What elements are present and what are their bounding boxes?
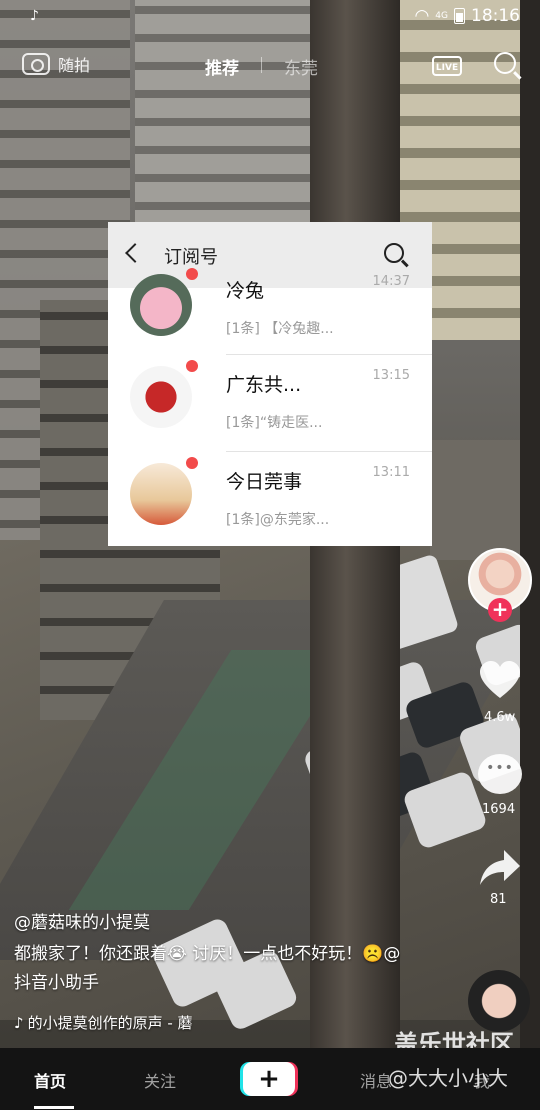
share-count: 81	[490, 892, 507, 907]
tiktok-notification-icon: ♪	[30, 8, 39, 24]
feed-tabs: 推荐 东莞	[205, 54, 318, 79]
unread-dot	[186, 268, 198, 280]
live-icon[interactable]: LIVE	[432, 56, 462, 76]
create-button[interactable]: +	[243, 1062, 295, 1096]
music-info[interactable]: ♪ 的小提莫创作的原声 - 蘑	[14, 1012, 193, 1033]
subscription-panel: 订阅号 冷兔 14:37 [1条] 【冷兔趣... 广东共... 13:15 […	[108, 222, 432, 546]
window-frame-right	[520, 0, 540, 1110]
item-preview: [1条]@东莞家...	[226, 512, 330, 528]
music-disc-icon[interactable]	[468, 970, 530, 1032]
tab-local[interactable]: 东莞	[284, 54, 318, 79]
back-icon	[125, 243, 145, 263]
item-name: 冷兔	[226, 280, 265, 302]
share-icon[interactable]	[478, 848, 522, 888]
nav-follow[interactable]: 关注	[144, 1068, 176, 1092]
search-icon[interactable]	[494, 52, 516, 74]
status-bar: ♪ ◠ 4G 18:16	[0, 0, 540, 34]
music-title: 的小提莫创作的原声 - 蘑	[27, 1014, 193, 1032]
unread-dot	[186, 457, 198, 469]
list-item: 广东共... 13:15 [1条]“铸走医...	[108, 354, 432, 451]
follow-button[interactable]: +	[488, 598, 512, 622]
watermark-user: @大大小小大	[388, 1066, 508, 1090]
subscription-list: 冷兔 14:37 [1条] 【冷兔趣... 广东共... 13:15 [1条]“…	[108, 268, 432, 546]
status-icons: ◠ 4G 18:16	[414, 6, 520, 26]
item-time: 13:15	[372, 368, 410, 383]
author-name[interactable]: @蘑菇味的小提莫	[14, 908, 150, 933]
comment-icon[interactable]	[478, 754, 522, 794]
video-description: 都搬家了！你还跟着😭 讨厌！一点也不好玩！☹️@抖音小助手	[14, 944, 401, 993]
unread-dot	[186, 360, 198, 372]
camera-label: 随拍	[58, 56, 91, 75]
network-type: 4G	[435, 11, 448, 21]
wifi-icon: ◠	[414, 6, 430, 26]
music-note-icon: ♪	[14, 1013, 24, 1032]
top-nav: 随拍 推荐 东莞 LIVE	[0, 44, 540, 88]
like-count: 4.6w	[484, 710, 516, 725]
tab-recommend[interactable]: 推荐	[205, 54, 239, 79]
list-item: 今日莞事 13:11 [1条]@东莞家...	[108, 451, 432, 546]
nav-home-indicator	[34, 1106, 74, 1109]
comment-count: 1694	[482, 802, 516, 817]
item-name: 今日莞事	[226, 471, 303, 493]
tab-divider	[261, 57, 262, 73]
building-middle	[135, 0, 315, 230]
item-time: 13:11	[372, 465, 410, 480]
item-name: 广东共...	[226, 374, 302, 396]
avatar	[130, 366, 192, 428]
battery-icon	[454, 8, 465, 24]
item-preview: [1条]“铸走医...	[226, 415, 323, 431]
search-icon	[384, 243, 404, 263]
nav-home[interactable]: 首页	[34, 1068, 66, 1092]
panel-title: 订阅号	[164, 247, 218, 268]
list-item: 冷兔 14:37 [1条] 【冷兔趣...	[108, 268, 432, 354]
item-preview: [1条] 【冷兔趣...	[226, 321, 334, 337]
camera-button[interactable]: 随拍	[22, 52, 90, 76]
avatar	[130, 463, 192, 525]
item-time: 14:37	[372, 274, 410, 289]
heart-icon[interactable]	[478, 660, 522, 700]
status-time: 18:16	[471, 6, 520, 26]
avatar	[130, 274, 192, 336]
camera-icon	[22, 53, 50, 75]
